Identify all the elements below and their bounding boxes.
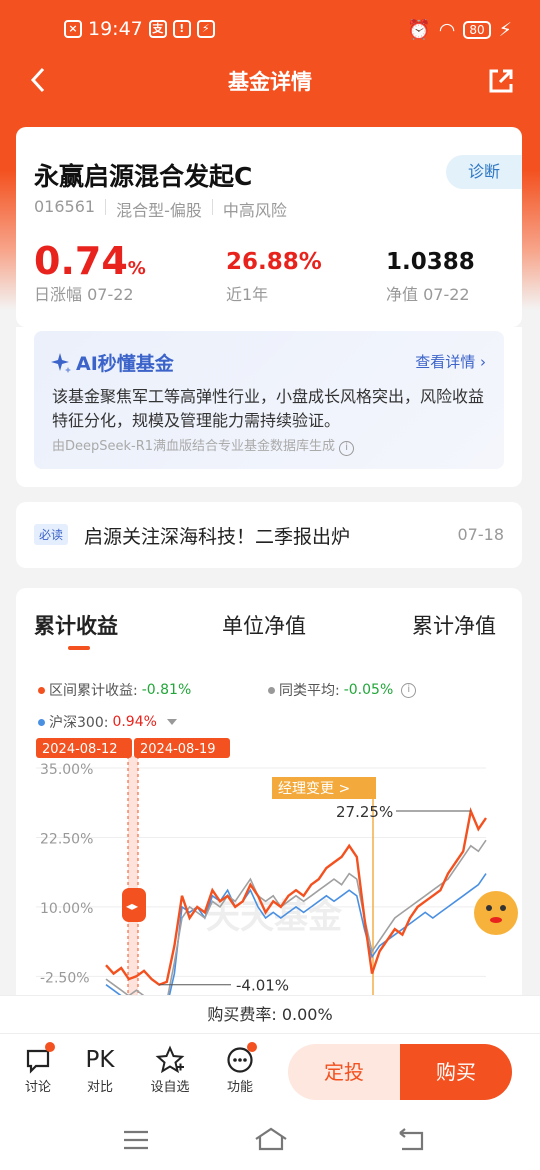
wifi-icon: ◠ [438,18,456,41]
watchlist-button[interactable]: 设自选 [145,1044,195,1095]
diagnose-button[interactable]: 诊断 [446,155,522,189]
battery-icon: 80 [463,20,491,39]
fee-bar: 购买费率: 0.00% [0,995,540,1033]
fund-type: 混合型-偏股 [116,201,202,220]
nav-bar: 基金详情 [0,58,540,104]
news-date: 07-18 [457,525,505,544]
ai-more-link[interactable]: 查看详情 › [415,351,486,372]
divider [105,199,107,215]
charging-icon: ⚡ [498,18,512,41]
home-icon[interactable] [254,1127,288,1151]
mascot-beak [490,917,502,923]
alarm-icon: ⏰ [407,19,431,41]
ai-title-text: AI秒懂基金 [76,353,174,375]
function-button[interactable]: 功能 [215,1042,265,1095]
chart-card: 累计收益 单位净值 累计净值 区间累计收益: -0.81% 同类平均: -0.0… [16,588,522,1018]
share-icon[interactable] [486,66,516,96]
ai-summary-card[interactable]: AI秒懂基金 查看详情 › 该基金聚焦军工等高弹性行业，小盘成长风格突出，风险收… [34,331,504,469]
min-value-label: -4.01% [236,977,289,995]
y-tick-label: 10.00% [40,901,93,917]
auto-invest-button[interactable]: 定投 [288,1044,400,1100]
y-tick-label: 35.00% [40,762,93,778]
daily-change-stat: 0.74% 日涨幅 07-22 [34,239,146,305]
app-notification-icon: 支 [148,20,167,38]
year-return-stat: 26.88% 近1年 [226,249,322,305]
ai-footer: 由DeepSeek-R1满血版结合专业基金数据库生成 i [52,435,355,456]
csi300-line [105,873,487,1014]
back-nav-icon[interactable] [396,1127,426,1151]
drag-arrows-icon: ◂▸ [126,899,138,913]
badge-dot [45,1042,55,1052]
manager-change-label: 经理变更 > [278,781,350,797]
fund-name: 永赢启源混合发起C [34,162,253,191]
system-nav-bar [0,1113,540,1170]
date-end-label: 2024-08-19 [140,742,216,757]
watchlist-label: 设自选 [150,1080,190,1095]
compare-button[interactable]: PK 对比 [75,1044,125,1095]
status-bar: × 19:47 支 ! ⚡ ⏰ ◠ 80 ⚡ [0,0,540,58]
daily-change-value: 0.74 [34,239,128,283]
fund-summary-card: 永赢启源混合发起C 诊断 016561 混合型-偏股 中高风险 0.74% 日涨… [16,127,522,327]
news-tag: 必读 [34,524,69,545]
daily-change-unit: % [127,258,146,279]
discuss-button[interactable]: 讨论 [13,1042,63,1095]
mascot-eye [500,905,506,911]
mascot-icon[interactable] [474,891,518,935]
nav-stat: 1.0388 净值 07-22 [386,249,475,305]
ai-summary-text: 该基金聚焦军工等高弹性行业，小盘成长风格突出，风险收益特征分化，规模及管理能力需… [52,387,485,430]
discuss-label: 讨论 [24,1080,51,1095]
daily-change-label: 日涨幅 07-22 [34,285,134,304]
ai-footer-text: 由DeepSeek-R1满血版结合专业基金数据库生成 [52,439,336,454]
mascot-eye [486,905,492,911]
bottom-toolbar: 讨论 PK 对比 设自选 功能 定投 购买 [0,1033,540,1113]
nav-label: 净值 07-22 [386,285,470,304]
news-title: 启源关注深海科技！二季报出炉 [84,526,351,548]
y-tick-label: 22.50% [40,831,93,847]
year-return-value: 26.88% [226,249,322,275]
fund-risk: 中高风险 [222,201,287,220]
notification-icon: × [64,20,82,38]
app-notification-icon: ! [172,20,191,38]
buy-button[interactable]: 购买 [400,1044,512,1100]
badge-dot [247,1042,257,1052]
status-time: 19:47 [88,18,143,40]
year-return-label: 近1年 [226,285,269,304]
info-icon[interactable]: i [339,441,355,456]
chevron-right-icon: › [480,353,486,371]
ai-more-text: 查看详情 [415,353,476,371]
y-tick-label: -2.50% [40,970,90,986]
star-add-icon [155,1045,185,1074]
sparkle-icon [51,352,71,373]
page-title: 基金详情 [228,70,312,94]
menu-icon[interactable] [122,1129,150,1151]
fund-meta: 016561 混合型-偏股 中高风险 [34,197,287,221]
news-card[interactable]: 必读 启源关注深海科技！二季报出炉 07-18 [16,502,522,568]
return-chart[interactable]: 35.00%22.50%10.00%-2.50%天天基金2024-08-12 20… [16,588,522,1018]
flash-icon: ⚡ [196,20,215,38]
pk-icon: PK [85,1047,115,1073]
fee-text: 购买费率: 0.00% [207,1005,333,1024]
ai-title: AI秒懂基金 [50,349,174,376]
fund-code: 016561 [34,197,96,216]
date-start-label: 2024-08-12 [42,742,118,757]
nav-value: 1.0388 [386,249,475,275]
function-label: 功能 [226,1080,253,1095]
divider [211,199,213,215]
max-value-label: 27.25% [336,803,393,821]
compare-label: 对比 [86,1080,113,1095]
